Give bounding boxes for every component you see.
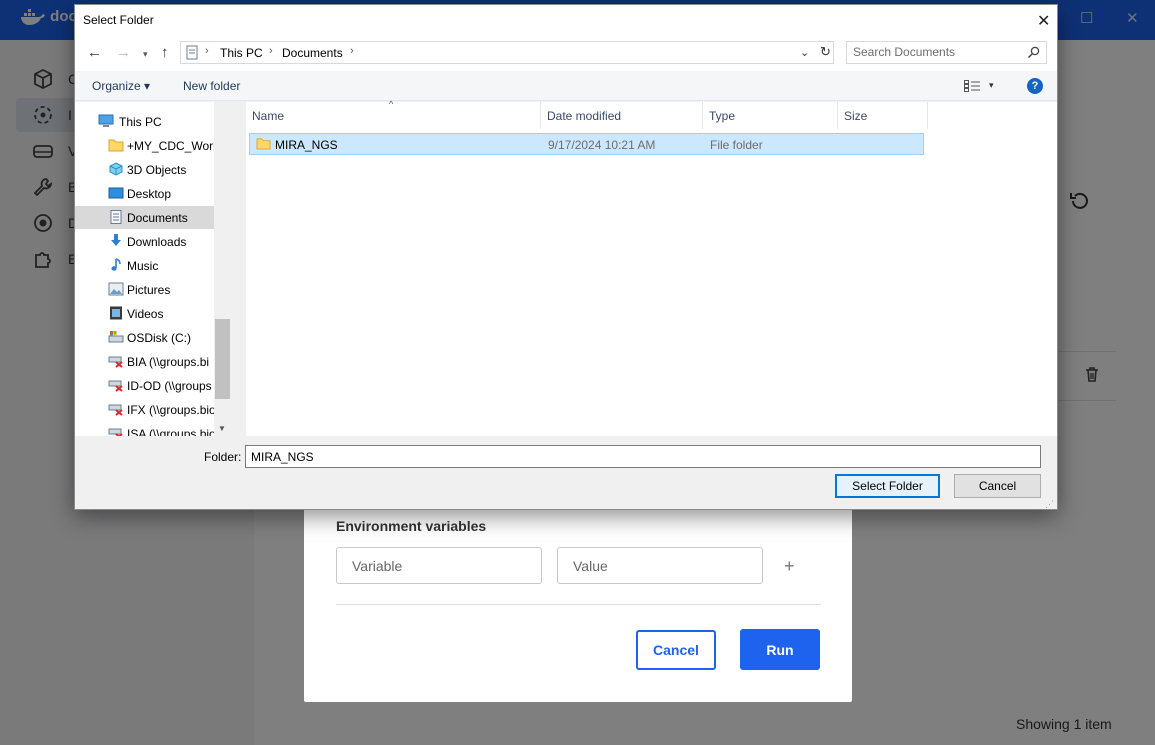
column-label: Size — [844, 109, 868, 123]
resize-grip-icon[interactable]: ⋰ — [1045, 499, 1054, 510]
back-arrow-icon[interactable]: ← — [87, 44, 102, 61]
nav-scrollbar-thumb[interactable] — [215, 319, 230, 399]
nav-item-music[interactable]: Music — [75, 254, 214, 277]
column-header-date[interactable]: Date modified — [541, 102, 703, 129]
nav-scrollbar[interactable]: ▼ — [214, 102, 231, 436]
nav-item-pictures[interactable]: Pictures — [75, 278, 214, 301]
network-drive-icon — [108, 356, 123, 368]
address-bar[interactable]: › This PC › Documents › ⌄ ↻ — [180, 41, 834, 64]
dialog-title: Select Folder — [83, 13, 154, 27]
disk-icon — [108, 331, 124, 343]
nav-item-this-pc[interactable]: This PC — [75, 110, 214, 133]
address-dropdown-icon[interactable]: ⌄ — [800, 46, 809, 59]
downloads-icon — [111, 234, 121, 246]
modal-divider — [336, 604, 821, 605]
refresh-location-icon[interactable]: ↻ — [820, 44, 834, 60]
address-row: ← → ▾ ↑ › This PC › Documents › ⌄ ↻ — [75, 35, 1057, 71]
select-folder-button[interactable]: Select Folder — [835, 474, 940, 498]
column-label: Name — [252, 109, 285, 123]
nav-label: 3D Objects — [127, 163, 187, 177]
nav-item-downloads[interactable]: Downloads — [75, 230, 214, 253]
breadcrumb-documents[interactable]: Documents — [282, 46, 343, 60]
nav-label: Downloads — [127, 235, 187, 249]
add-env-icon[interactable]: + — [784, 556, 795, 577]
documents-icon — [110, 210, 122, 224]
nav-label: Music — [127, 259, 159, 273]
env-variable-input[interactable] — [336, 547, 542, 584]
folder-label: Folder: — [204, 450, 242, 464]
nav-item-ifx-drive[interactable]: IFX (\\groups.bio — [75, 398, 214, 421]
nav-item-desktop[interactable]: Desktop — [75, 182, 214, 205]
music-icon — [111, 258, 121, 271]
run-button[interactable]: Run — [740, 629, 820, 670]
breadcrumb-chevron-icon: › — [205, 45, 209, 57]
file-row[interactable]: MIRA_NGS 9/17/2024 10:21 AM File folder — [249, 133, 924, 155]
command-bar: Organize ▾ New folder ▾ ? — [75, 71, 1057, 101]
nav-item-osdisk[interactable]: OSDisk (C:) — [75, 326, 214, 349]
close-icon[interactable]: ✕ — [1037, 11, 1050, 31]
nav-item-id-od-drive[interactable]: ID-OD (\\groups — [75, 374, 214, 397]
nav-label: Documents — [127, 211, 188, 225]
dialog-titlebar: Select Folder ✕ — [75, 5, 1057, 35]
help-icon[interactable]: ? — [1027, 78, 1043, 94]
column-header-type[interactable]: Type — [703, 102, 838, 129]
search-icon[interactable] — [1027, 46, 1040, 59]
view-dropdown-icon[interactable]: ▾ — [989, 80, 994, 91]
search-input[interactable] — [853, 45, 1023, 59]
network-drive-icon — [108, 404, 123, 416]
nav-label: OSDisk (C:) — [127, 331, 191, 345]
scroll-down-icon[interactable]: ▼ — [218, 424, 226, 433]
select-folder-dialog: Select Folder ✕ ← → ▾ ↑ › This PC › Docu… — [74, 4, 1058, 510]
3d-objects-icon — [109, 162, 123, 176]
nav-label: This PC — [119, 115, 162, 129]
cancel-button[interactable]: Cancel — [636, 630, 716, 670]
file-date: 9/17/2024 10:21 AM — [548, 138, 656, 152]
nav-item-bia-drive[interactable]: BIA (\\groups.bi — [75, 350, 214, 373]
videos-icon — [110, 306, 122, 320]
new-folder-button[interactable]: New folder — [183, 79, 240, 93]
breadcrumb-this-pc[interactable]: This PC — [220, 46, 263, 60]
nav-item-videos[interactable]: Videos — [75, 302, 214, 325]
folder-icon — [108, 139, 124, 152]
nav-item-documents[interactable]: Documents — [75, 206, 214, 229]
this-pc-location-icon — [186, 45, 198, 60]
nav-item-my-cdc-work[interactable]: +MY_CDC_Work — [75, 134, 214, 157]
column-label: Type — [709, 109, 736, 123]
cancel-button[interactable]: Cancel — [954, 474, 1041, 498]
nav-label: Videos — [127, 307, 164, 321]
folder-name-input[interactable] — [245, 445, 1041, 468]
nav-item-3d-objects[interactable]: 3D Objects — [75, 158, 214, 181]
view-options-icon[interactable] — [964, 80, 981, 92]
env-value-input[interactable] — [557, 547, 763, 584]
network-drive-icon — [108, 380, 123, 392]
folder-icon — [256, 138, 271, 150]
nav-label: Desktop — [127, 187, 172, 201]
nav-item-isa-drive[interactable]: ISA (\\groups.bio — [75, 422, 214, 436]
nav-label: IFX (\\groups.bio — [127, 403, 214, 417]
column-label: Date modified — [547, 109, 622, 123]
navigation-pane: This PC +MY_CDC_Work 3D Objects Desktop … — [75, 102, 231, 436]
file-type: File folder — [710, 138, 763, 152]
up-arrow-icon[interactable]: ↑ — [161, 44, 169, 61]
column-header-name[interactable]: Name — [246, 102, 541, 129]
network-drive-icon — [108, 428, 123, 436]
column-header-size[interactable]: Size — [838, 102, 928, 129]
environment-variables-heading: Environment variables — [336, 518, 487, 534]
nav-label: Pictures — [127, 283, 171, 297]
file-name: MIRA_NGS — [275, 138, 338, 152]
organize-menu[interactable]: Organize ▾ — [92, 79, 150, 93]
nav-label: ID-OD (\\groups — [127, 379, 212, 393]
forward-arrow-icon[interactable]: → — [116, 44, 131, 61]
search-box[interactable] — [846, 41, 1047, 64]
computer-icon — [98, 114, 114, 127]
breadcrumb-chevron-icon[interactable]: › — [269, 45, 273, 57]
nav-label: ISA (\\groups.bio — [127, 427, 214, 436]
nav-label: +MY_CDC_Work — [127, 139, 214, 153]
file-list-pane: ^ Name Date modified Type Size MIRA_NGS … — [246, 99, 1057, 436]
pictures-icon — [108, 282, 124, 296]
nav-label: BIA (\\groups.bi — [127, 355, 210, 369]
recent-locations-chevron-icon[interactable]: ▾ — [143, 49, 148, 60]
breadcrumb-chevron-icon[interactable]: › — [350, 45, 354, 57]
desktop-icon — [108, 187, 124, 199]
